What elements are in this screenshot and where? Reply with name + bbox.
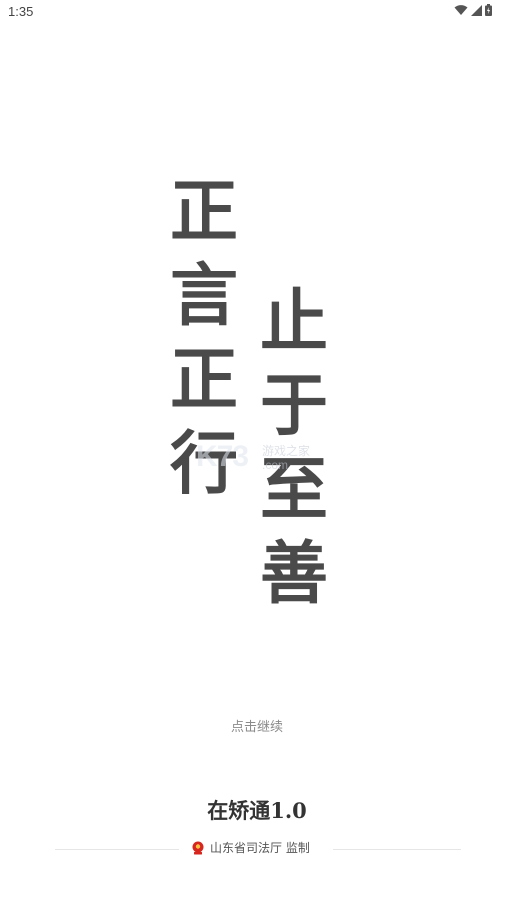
splash-screen[interactable]: 正 言 正 行 止 于 至 善 K73 游戏之家 .com 点击继续 在矫通1.… xyxy=(0,0,514,914)
watermark-logo: K73 xyxy=(196,440,249,473)
app-name: 在矫通1.0 xyxy=(207,798,307,823)
slogan-char: 言 xyxy=(170,256,239,336)
supervisor-text: 山东省司法厅 监制 xyxy=(210,841,310,855)
slogan-char: 于 xyxy=(260,366,329,446)
watermark-domain: .com xyxy=(262,458,289,472)
supervisor-footer: 山东省司法厅 监制 xyxy=(55,839,461,859)
slogan-char: 善 xyxy=(260,534,329,614)
slogan-char: 止 xyxy=(260,282,329,362)
supervisor-content: 山东省司法厅 监制 xyxy=(191,839,310,856)
slogan-char: 正 xyxy=(170,172,239,252)
national-emblem-icon xyxy=(191,841,205,855)
slogan-char: 正 xyxy=(170,340,239,420)
watermark: K73 游戏之家 .com xyxy=(196,440,326,476)
divider-left xyxy=(55,849,179,850)
divider-right xyxy=(333,849,461,850)
tap-to-continue-button[interactable]: 点击继续 xyxy=(0,716,514,735)
watermark-name: 游戏之家 xyxy=(262,444,311,458)
